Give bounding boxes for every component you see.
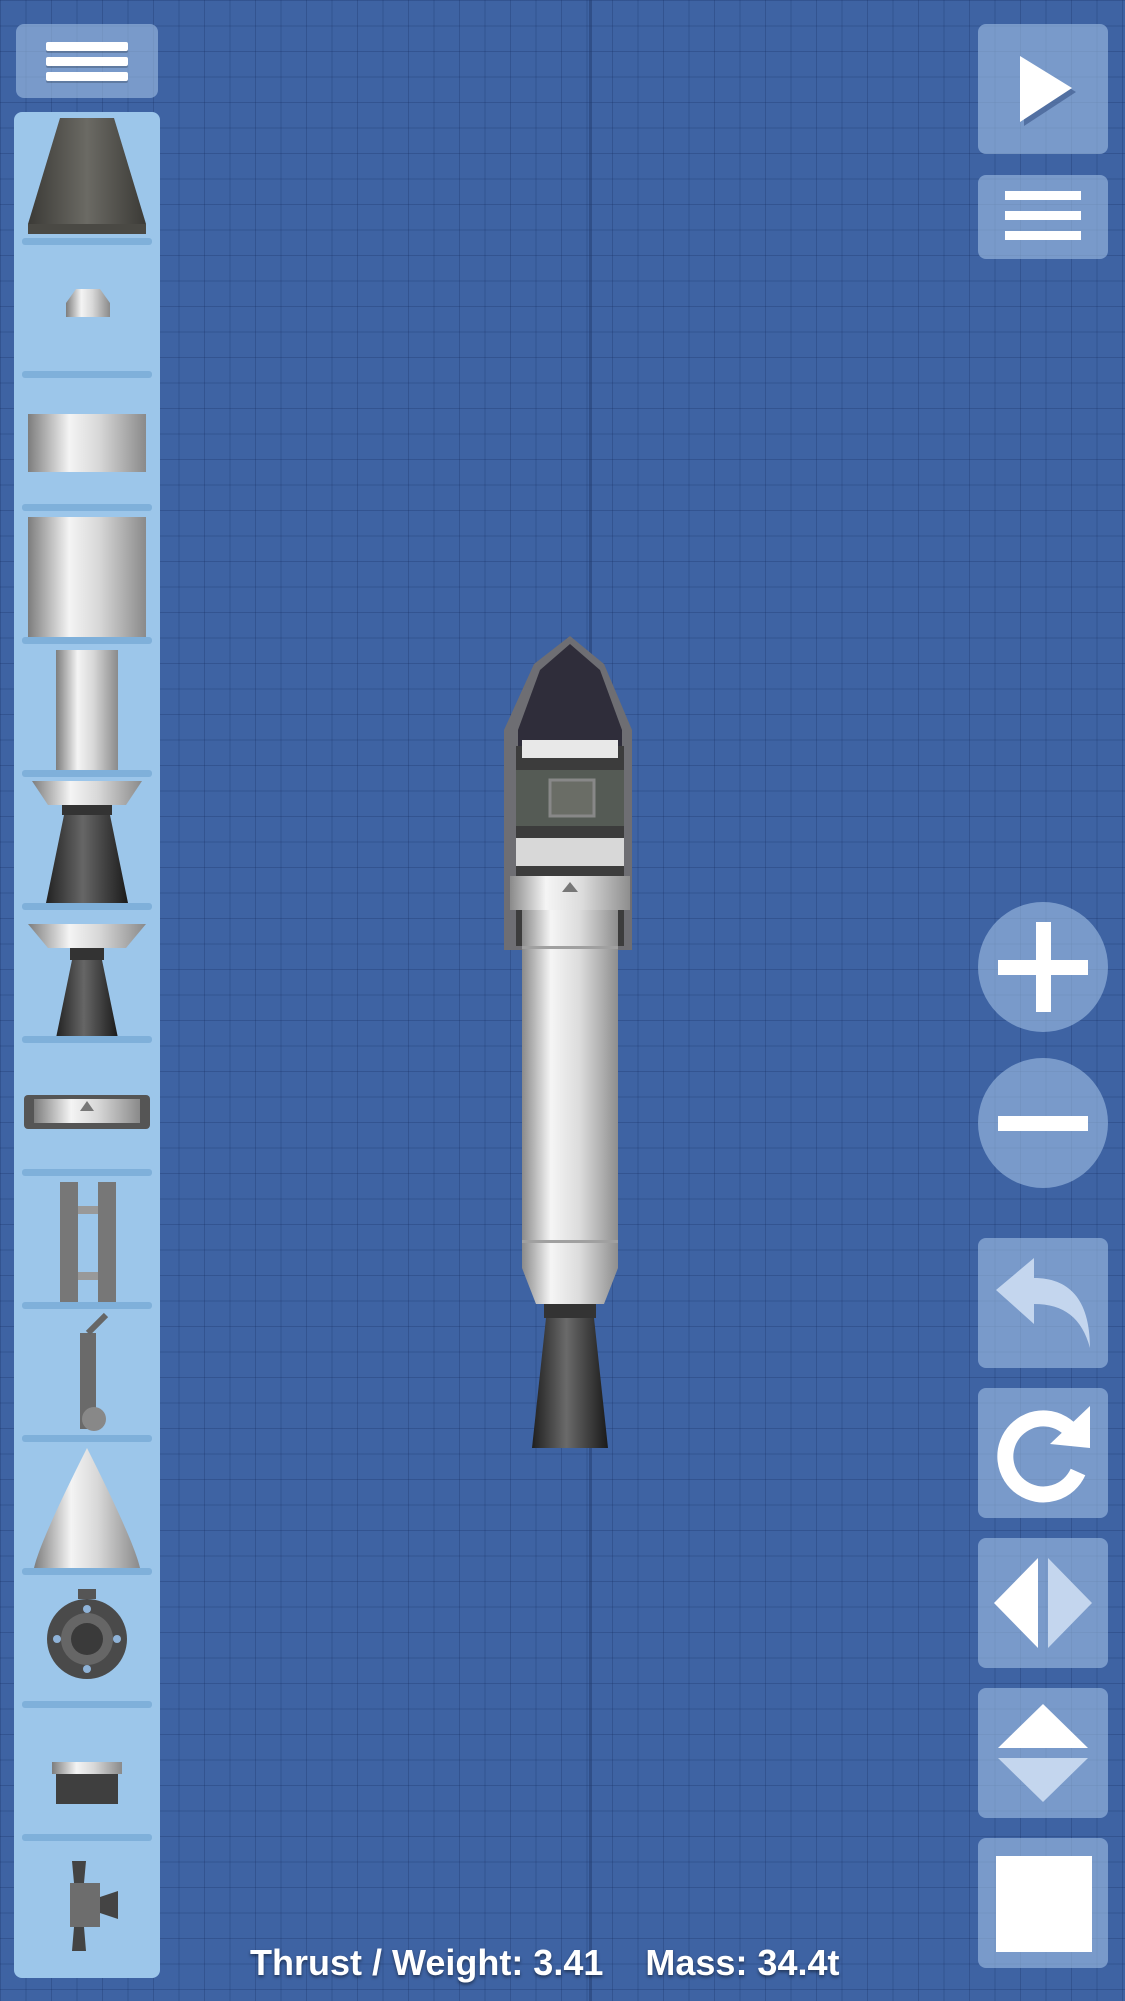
square-icon: [996, 1856, 1092, 1952]
status-bar: Thrust / Weight: 3.41 Mass: 34.4t: [250, 1942, 872, 1984]
hamburger-menu-icon: [1005, 191, 1081, 240]
part-tall-fuel-tank[interactable]: [14, 511, 160, 644]
redo-icon: [997, 1406, 1090, 1503]
part-small-engine[interactable]: [14, 910, 160, 1043]
thrust-weight-readout: Thrust / Weight: 3.41: [250, 1942, 604, 1983]
flip-vertical-button[interactable]: [978, 1688, 1108, 1818]
rcs-icon: [70, 1861, 118, 1951]
part-wheel[interactable]: [14, 1575, 160, 1708]
small-cone-icon: [66, 289, 110, 317]
play-icon: [1020, 56, 1076, 126]
part-small-cone[interactable]: [14, 245, 160, 378]
part-short-fuel-tank[interactable]: [14, 378, 160, 511]
rocket-assembly[interactable]: [480, 620, 680, 1460]
engine-icon: [28, 924, 146, 1038]
part-side-separator[interactable]: [14, 1176, 160, 1309]
fuel-tank-icon: [28, 414, 146, 472]
fairing-icon: [28, 118, 146, 234]
part-nose-cone[interactable]: [14, 1442, 160, 1575]
engine-icon: [32, 781, 142, 903]
parts-panel: [14, 112, 160, 1978]
part-parachute[interactable]: [14, 1309, 160, 1442]
options-button[interactable]: [978, 175, 1108, 259]
part-separator[interactable]: [14, 1043, 160, 1176]
flip-horizontal-icon: [994, 1558, 1092, 1648]
part-narrow-fuel-tank[interactable]: [14, 644, 160, 777]
zoom-out-button[interactable]: [978, 1058, 1108, 1188]
main-menu-button[interactable]: [16, 24, 158, 98]
fuel-tank-icon: [56, 650, 118, 774]
minus-icon: [998, 1116, 1088, 1131]
nose-cone-icon: [34, 1448, 140, 1568]
part-large-fairing-cone[interactable]: [14, 112, 160, 245]
part-rcs-thruster[interactable]: [14, 1841, 160, 1974]
flip-horizontal-button[interactable]: [978, 1538, 1108, 1668]
undo-button[interactable]: [978, 1238, 1108, 1368]
redo-button[interactable]: [978, 1388, 1108, 1518]
part-large-engine[interactable]: [14, 777, 160, 910]
parachute-icon: [80, 1312, 109, 1431]
launch-button[interactable]: [978, 24, 1108, 154]
plus-icon: [998, 922, 1088, 1012]
hamburger-menu-icon: [46, 36, 128, 87]
side-separator-icon: [60, 1182, 116, 1304]
separator-icon: [24, 1095, 150, 1129]
flip-vertical-icon: [998, 1704, 1088, 1802]
fuel-tank-icon: [28, 517, 146, 637]
undo-icon: [996, 1258, 1090, 1348]
mass-readout: Mass: 34.4t: [645, 1942, 840, 1983]
zoom-in-button[interactable]: [978, 902, 1108, 1032]
delete-button[interactable]: [978, 1838, 1108, 1968]
wheel-icon: [47, 1589, 127, 1679]
docking-port-icon: [52, 1762, 122, 1804]
part-docking-port[interactable]: [14, 1708, 160, 1841]
